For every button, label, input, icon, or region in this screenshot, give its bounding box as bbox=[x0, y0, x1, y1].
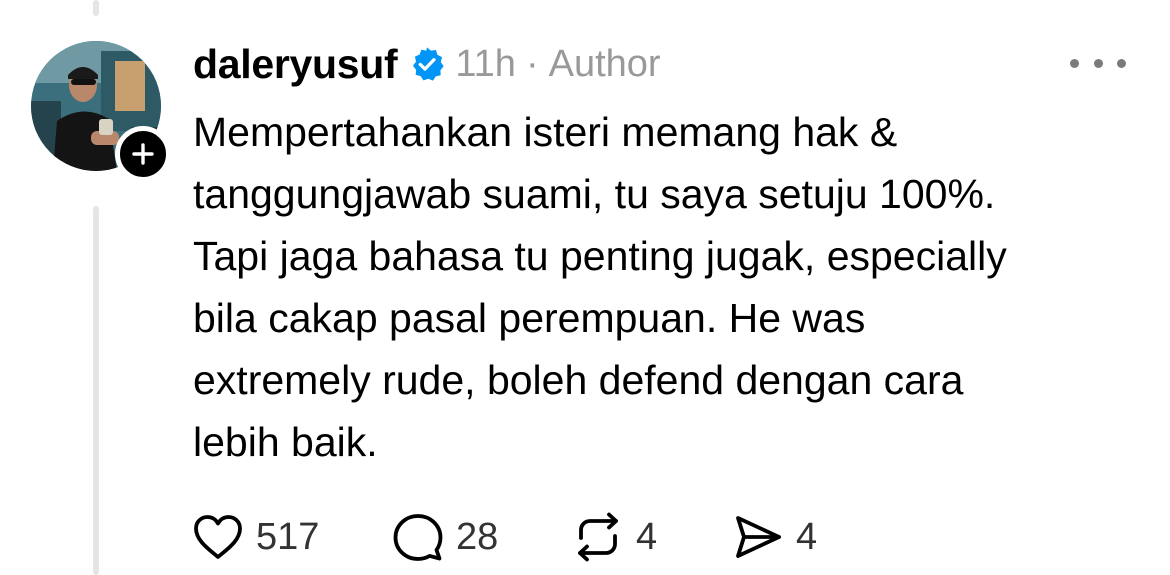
comment-bubble-icon bbox=[393, 514, 443, 561]
username-link[interactable]: daleryusuf bbox=[193, 41, 398, 88]
repost-button[interactable]: 4 bbox=[572, 512, 732, 562]
reply-button[interactable]: 28 bbox=[392, 512, 572, 562]
more-options-button[interactable] bbox=[1070, 50, 1126, 76]
like-button[interactable]: 517 bbox=[192, 513, 392, 561]
more-dots-icon bbox=[1117, 58, 1126, 68]
post-actions: 517 28 4 4 bbox=[192, 512, 852, 562]
more-dots-icon bbox=[1070, 58, 1079, 68]
repost-count: 4 bbox=[636, 515, 658, 558]
heart-icon bbox=[194, 515, 242, 559]
post-timestamp: 11h bbox=[455, 42, 516, 85]
thread-line-top bbox=[93, 0, 99, 16]
more-dots-icon bbox=[1093, 58, 1103, 68]
send-icon bbox=[736, 516, 781, 558]
reply-count: 28 bbox=[456, 515, 499, 558]
post-body-text: Mempertahankan isteri memang hak & tangg… bbox=[193, 109, 1007, 465]
share-button[interactable]: 4 bbox=[732, 513, 852, 561]
thread-line-bottom bbox=[93, 206, 99, 575]
follow-button[interactable] bbox=[115, 126, 171, 182]
verified-badge-icon bbox=[413, 47, 444, 81]
like-count: 517 bbox=[256, 515, 320, 558]
post-header: daleryusuf 11h · Author bbox=[193, 38, 661, 90]
repost-arrows-icon bbox=[578, 512, 618, 562]
share-count: 4 bbox=[796, 515, 818, 558]
author-tag: Author bbox=[548, 42, 661, 85]
plus-icon bbox=[132, 143, 154, 165]
header-separator: · bbox=[525, 42, 539, 85]
